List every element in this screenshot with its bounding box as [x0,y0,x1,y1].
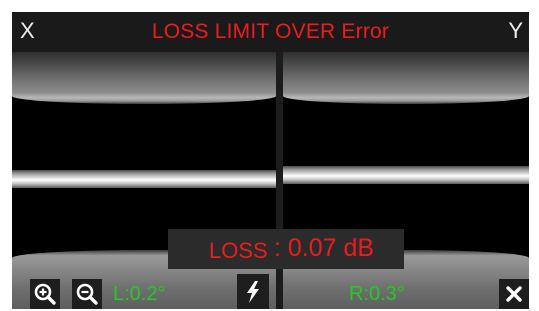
zoom-in-icon [34,283,56,305]
zoom-in-button[interactable] [30,279,60,309]
loss-value: : 0.07 dB [274,234,375,262]
error-title: LOSS LIMIT OVER Error [151,20,390,43]
lightning-icon [247,280,259,303]
y-axis-label: Y [508,18,523,43]
top-bar: X LOSS LIMIT OVER Error Y [12,12,529,52]
fiber-core [283,166,529,184]
bottom-bar: L:0.2° R:0.3° [12,269,529,309]
zoom-out-icon [76,283,98,305]
close-button[interactable] [499,279,529,309]
close-icon [506,286,522,302]
fiber-cladding-top [283,52,529,104]
fiber-cladding-top [12,52,276,104]
loss-label: LOSS [209,238,268,263]
arc-button[interactable] [237,274,269,309]
left-angle-readout: L:0.2° [113,283,166,305]
loss-readout: LOSS : 0.07 dB [168,229,404,269]
fiber-core [12,170,276,188]
splicer-screen: X LOSS LIMIT OVER Error Y LOSS : 0.07 dB [12,12,529,309]
zoom-out-button[interactable] [72,279,102,309]
right-angle-readout: R:0.3° [349,283,405,305]
